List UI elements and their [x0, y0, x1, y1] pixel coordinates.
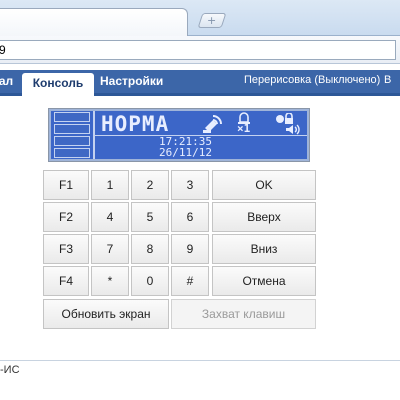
browser-toolbar: [0, 36, 400, 64]
key-9[interactable]: 9: [171, 234, 209, 264]
app-navbar: ал Консоль Настройки Перерисовка (Выключ…: [0, 70, 400, 96]
key-f3[interactable]: F3: [43, 234, 89, 264]
key-0[interactable]: 0: [131, 266, 169, 296]
key-down[interactable]: Вниз: [212, 234, 316, 264]
key-star[interactable]: *: [91, 266, 129, 296]
lcd-date: 26/11/12: [159, 146, 212, 159]
navbar-partial-right[interactable]: В: [384, 70, 391, 93]
tab-partial-left[interactable]: ал: [0, 70, 22, 93]
key-1[interactable]: 1: [91, 170, 129, 200]
lcd-display: НОРМА ×1 17:21:35 26/11/12: [48, 108, 310, 162]
key-hash[interactable]: #: [171, 266, 209, 296]
browser-tab-strip: +: [0, 0, 400, 37]
key-7[interactable]: 7: [91, 234, 129, 264]
new-tab-button[interactable]: +: [197, 13, 227, 28]
lcd-status-text: НОРМА: [101, 112, 170, 136]
key-f1[interactable]: F1: [43, 170, 89, 200]
status-bar: -ИС: [0, 360, 400, 380]
key-cancel[interactable]: Отмена: [212, 266, 316, 296]
key-up[interactable]: Вверх: [212, 202, 316, 232]
tab-console[interactable]: Консоль: [22, 73, 94, 96]
key-6[interactable]: 6: [171, 202, 209, 232]
key-f2[interactable]: F2: [43, 202, 89, 232]
plus-icon: +: [207, 14, 217, 27]
lcd-counter: ×1: [237, 122, 251, 135]
lcd-screen: НОРМА ×1 17:21:35 26/11/12: [51, 111, 307, 159]
key-2[interactable]: 2: [131, 170, 169, 200]
redraw-status-link[interactable]: Перерисовка (Выключено): [244, 70, 380, 93]
key-3[interactable]: 3: [171, 170, 209, 200]
lock-icon: [275, 112, 295, 124]
speaker-icon: [285, 124, 301, 135]
keypad: F1 1 2 3 OK F2 4 5 6 Вверх F3 7 8 9 Вниз…: [43, 170, 316, 332]
lcd-segment-bar: [54, 136, 90, 146]
address-bar[interactable]: [0, 40, 396, 60]
refresh-screen-button[interactable]: Обновить экран: [43, 299, 169, 329]
browser-tab[interactable]: [0, 8, 188, 37]
capture-keys-button: Захват клавиш: [171, 299, 316, 329]
lcd-segment-bar: [54, 148, 90, 158]
key-4[interactable]: 4: [91, 202, 129, 232]
tab-settings[interactable]: Настройки: [100, 70, 163, 93]
lcd-segment-bar: [54, 112, 90, 122]
key-f4[interactable]: F4: [43, 266, 89, 296]
lcd-segment-bar: [54, 124, 90, 134]
key-5[interactable]: 5: [131, 202, 169, 232]
key-8[interactable]: 8: [131, 234, 169, 264]
satellite-icon: [201, 112, 223, 134]
status-text: -ИС: [0, 364, 20, 376]
key-ok[interactable]: OK: [212, 170, 316, 200]
